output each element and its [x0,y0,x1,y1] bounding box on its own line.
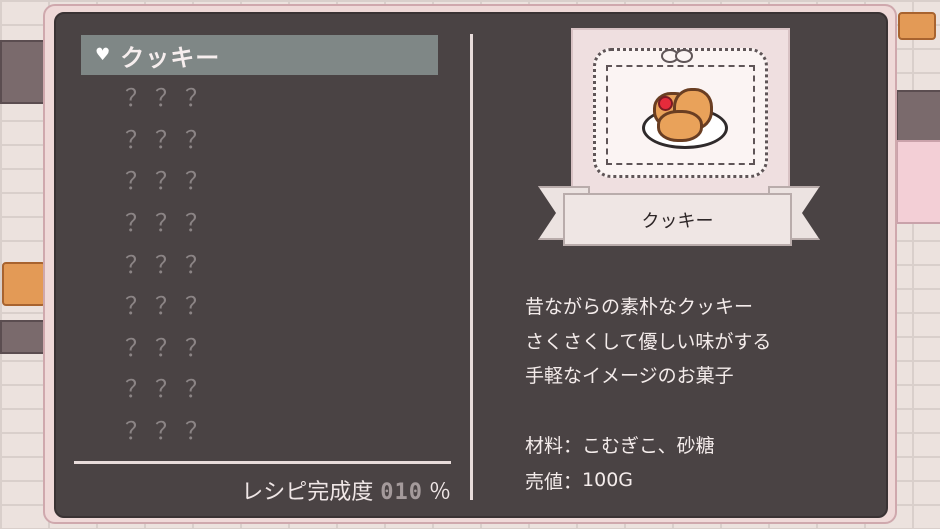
ingredients-value: こむぎこ、砂糖 [582,434,715,457]
recipe-item-label: ？？？ [125,84,215,113]
recipe-item-label: クッキー [120,43,221,72]
recipe-item-label: ？？？ [125,209,215,238]
price-value: 100G [582,469,634,491]
recipe-info: 材料： こむぎこ、砂糖 売値： 100G [525,426,715,498]
recipe-item-unknown[interactable]: ？？？ [81,283,438,325]
recipe-item-label: ？？？ [125,417,215,446]
cherry-icon [658,96,673,111]
price-row: 売値： 100G [525,462,715,498]
recipe-item-unknown[interactable]: ？？？ [81,158,438,200]
list-divider [74,461,451,464]
description-line: 昔ながらの素朴なクッキー [525,296,754,318]
ingredients-label: 材料： [525,434,583,457]
recipe-item-unknown[interactable]: ？？？ [81,408,438,450]
heart-icon: ♥ [95,45,111,65]
recipe-completion: レシピ完成度 010 ％ [0,474,451,506]
background-shelf [896,90,940,144]
ingredients-row: 材料： こむぎこ、砂糖 [525,426,715,462]
bow-icon [675,49,693,63]
vertical-divider [470,34,473,500]
background-bread [2,262,46,306]
recipe-item-unknown[interactable]: ？？？ [81,241,438,283]
recipe-item-unknown[interactable]: ？？？ [81,200,438,242]
recipe-list: ♥ クッキー ？？？ ？？？ ？？？ ？？？ ？？？ ？？？ ？？？ ？？？ ？… [81,35,438,449]
completion-value: 010 [380,480,423,505]
description-line: 手軽なイメージのお菓子 [525,365,734,387]
recipe-item-label: ？？？ [125,125,215,154]
cookie-icon [657,110,703,142]
recipe-item-unknown[interactable]: ？？？ [81,117,438,159]
recipe-item-unknown[interactable]: ？？？ [81,325,438,367]
recipe-item-label: ？？？ [125,292,215,321]
recipe-name: クッキー [641,210,714,232]
background-item [898,12,936,40]
recipe-item-cookie[interactable]: ♥ クッキー [81,35,438,75]
completion-unit: ％ [428,480,451,505]
price-label: 売値： [525,470,583,493]
recipe-item-label: ？？？ [125,250,215,279]
recipe-image-card [571,28,790,200]
recipe-name-banner: クッキー [563,193,792,246]
recipe-item-unknown[interactable]: ？？？ [81,75,438,117]
recipe-description: 昔ながらの素朴なクッキー さくさくして優しい味がする 手軽なイメージのお菓子 [525,290,855,394]
completion-label: レシピ完成度 [241,480,374,505]
background-counter [896,140,940,224]
recipe-item-label: ？？？ [125,375,215,404]
recipe-item-label: ？？？ [125,167,215,196]
description-line: さくさくして優しい味がする [525,330,772,353]
recipe-item-unknown[interactable]: ？？？ [81,366,438,408]
recipe-item-label: ？？？ [125,333,215,362]
